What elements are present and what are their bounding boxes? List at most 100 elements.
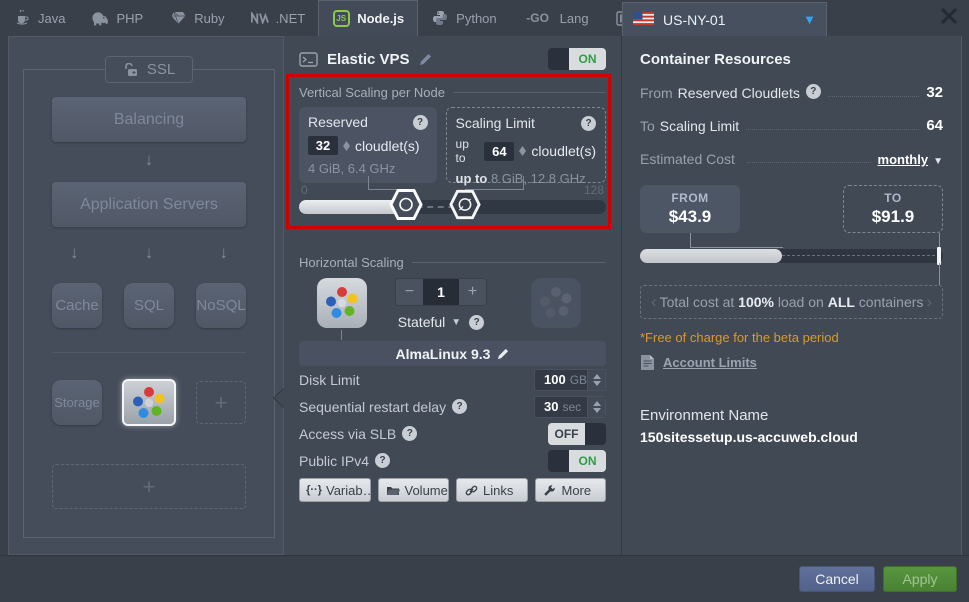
volumes-button[interactable]: Volumes xyxy=(378,478,450,502)
spinner-icon[interactable] xyxy=(587,397,605,417)
help-icon[interactable]: ? xyxy=(469,315,484,330)
reserved-cloudlets-row: From Reserved Cloudlets ? 32 xyxy=(640,81,943,101)
help-icon[interactable]: ? xyxy=(452,399,467,414)
add-node-button[interactable]: + xyxy=(196,381,246,424)
apply-button[interactable]: Apply xyxy=(883,566,957,592)
ghost-node-icon xyxy=(531,278,581,328)
edit-pencil-icon[interactable] xyxy=(419,53,432,66)
help-icon[interactable]: ? xyxy=(581,116,596,131)
ipv4-toggle[interactable]: ON xyxy=(548,450,606,472)
tab-dotnet[interactable]: .NET xyxy=(238,0,319,36)
environment-name-label: Environment Name xyxy=(640,407,943,424)
sql-block[interactable]: SQL xyxy=(124,283,174,328)
node-count-value[interactable]: 1 xyxy=(423,279,459,305)
help-icon[interactable]: ? xyxy=(402,426,417,441)
app-servers-block[interactable]: Application Servers xyxy=(52,182,246,227)
variables-button[interactable]: {··} Variab… xyxy=(299,478,371,502)
tab-php[interactable]: PHP xyxy=(78,0,156,36)
links-button[interactable]: Links xyxy=(456,478,528,502)
storage-block[interactable]: Storage xyxy=(52,380,102,425)
spinner-icon[interactable] xyxy=(343,141,350,151)
node-icon[interactable] xyxy=(317,278,367,328)
reserved-input[interactable]: 32 xyxy=(308,136,338,155)
node-title: Elastic VPS xyxy=(327,51,410,68)
chevron-right-icon[interactable]: › xyxy=(926,292,932,312)
toggle-label: OFF xyxy=(548,423,585,445)
disk-limit-input[interactable]: 100 GB xyxy=(534,369,606,391)
go-icon: -GO xyxy=(523,9,553,27)
language-tabbar: Java PHP Ruby .NET JS Node.js xyxy=(0,0,969,36)
spinner-icon[interactable] xyxy=(587,370,605,390)
link-icon xyxy=(464,484,478,497)
topology-panel: SSL Balancing ↓ Application Servers ↓ ↓ … xyxy=(8,36,284,555)
add-layer-button[interactable]: + xyxy=(52,464,246,509)
tab-label: Python xyxy=(456,11,496,26)
reserved-value: 32 xyxy=(926,84,943,101)
selected-vps-node[interactable] xyxy=(122,379,176,426)
tab-ruby[interactable]: Ruby xyxy=(156,0,237,36)
limit-slider-handle[interactable] xyxy=(449,189,481,226)
summary-panel: Container Resources From Reserved Cloudl… xyxy=(622,36,962,555)
tab-nodejs[interactable]: JS Node.js xyxy=(318,0,418,36)
summary-title: Container Resources xyxy=(640,51,943,68)
cost-to-value: $91.9 xyxy=(872,207,915,227)
java-icon xyxy=(13,9,31,27)
tab-java[interactable]: Java xyxy=(0,0,78,36)
scaling-mode-dropdown[interactable]: Stateful xyxy=(398,314,445,330)
connector-line xyxy=(920,233,940,248)
limit-input[interactable]: 64 xyxy=(484,142,514,161)
down-arrow-icon: ↓ xyxy=(220,243,229,263)
cancel-button[interactable]: Cancel xyxy=(799,566,875,592)
scaling-limit-row: To Scaling Limit 64 xyxy=(640,114,943,134)
region-selector[interactable]: US-NY-01 ▼ xyxy=(622,2,827,36)
tab-label: Node.js xyxy=(357,11,404,26)
tab-label: PHP xyxy=(116,11,143,26)
nosql-block[interactable]: NoSQL xyxy=(196,283,246,328)
decrease-button[interactable]: − xyxy=(396,279,423,305)
toggle-label: ON xyxy=(569,48,606,70)
scaling-limit-box: Scaling Limit ? up to 64 cloudlet(s) up … xyxy=(446,107,606,183)
topology-container: SSL Balancing ↓ Application Servers ↓ ↓ … xyxy=(23,69,275,538)
vertical-scaling-section-title: Vertical Scaling per Node xyxy=(299,85,606,100)
total-cost-carousel: ‹ Total cost at 100% load on ALL contain… xyxy=(640,285,943,319)
help-icon[interactable]: ? xyxy=(413,115,428,130)
os-version-bar[interactable]: AlmaLinux 9.3 xyxy=(299,341,606,366)
ruby-icon xyxy=(169,9,187,27)
restart-delay-input[interactable]: 30 sec xyxy=(534,396,606,418)
account-limits-link[interactable]: Account Limits xyxy=(663,355,757,370)
cost-from-value: $43.9 xyxy=(669,207,712,227)
toggle-knob xyxy=(585,423,606,445)
billing-period-dropdown[interactable]: monthly xyxy=(878,152,929,167)
cost-from-box: FROM $43.9 xyxy=(640,185,740,233)
ipv4-label: Public IPv4 ? xyxy=(299,453,390,469)
ssl-toggle[interactable]: SSL xyxy=(105,56,193,83)
limit-value: 64 xyxy=(926,117,943,134)
cost-bar-fill xyxy=(640,249,782,263)
balancing-block[interactable]: Balancing xyxy=(52,97,246,142)
tab-python[interactable]: Python xyxy=(418,0,509,36)
tab-label: Ruby xyxy=(194,11,224,26)
chevron-down-icon[interactable]: ▼ xyxy=(451,317,461,328)
tab-label: .NET xyxy=(276,11,306,26)
slb-toggle[interactable]: OFF xyxy=(548,423,606,445)
slb-label: Access via SLB ? xyxy=(299,426,417,442)
connector-line xyxy=(690,233,783,248)
more-button[interactable]: More xyxy=(535,478,607,502)
reserved-slider-handle[interactable] xyxy=(389,188,423,227)
php-icon xyxy=(91,9,109,27)
edit-pencil-icon[interactable] xyxy=(497,348,509,360)
reserved-resources: 4 GiB, 6.4 GHz xyxy=(308,161,428,176)
environment-name-value: 150sitessetup.us-accuweb.cloud xyxy=(640,429,943,445)
horizontal-scaling-section-title: Horizontal Scaling xyxy=(299,255,606,270)
close-icon[interactable] xyxy=(941,8,961,28)
vps-on-toggle[interactable]: ON xyxy=(548,48,606,70)
cache-block[interactable]: Cache xyxy=(52,283,102,328)
increase-button[interactable]: + xyxy=(459,279,486,305)
tab-golang[interactable]: -GO Lang xyxy=(510,0,602,36)
chevron-down-icon[interactable]: ▼ xyxy=(933,156,943,167)
spinner-icon[interactable] xyxy=(519,146,526,156)
node-settings-panel: Elastic VPS ON Vertical Scaling per Node… xyxy=(284,36,622,555)
help-icon[interactable]: ? xyxy=(806,84,821,99)
help-icon[interactable]: ? xyxy=(375,453,390,468)
down-arrow-icon: ↓ xyxy=(145,243,154,263)
